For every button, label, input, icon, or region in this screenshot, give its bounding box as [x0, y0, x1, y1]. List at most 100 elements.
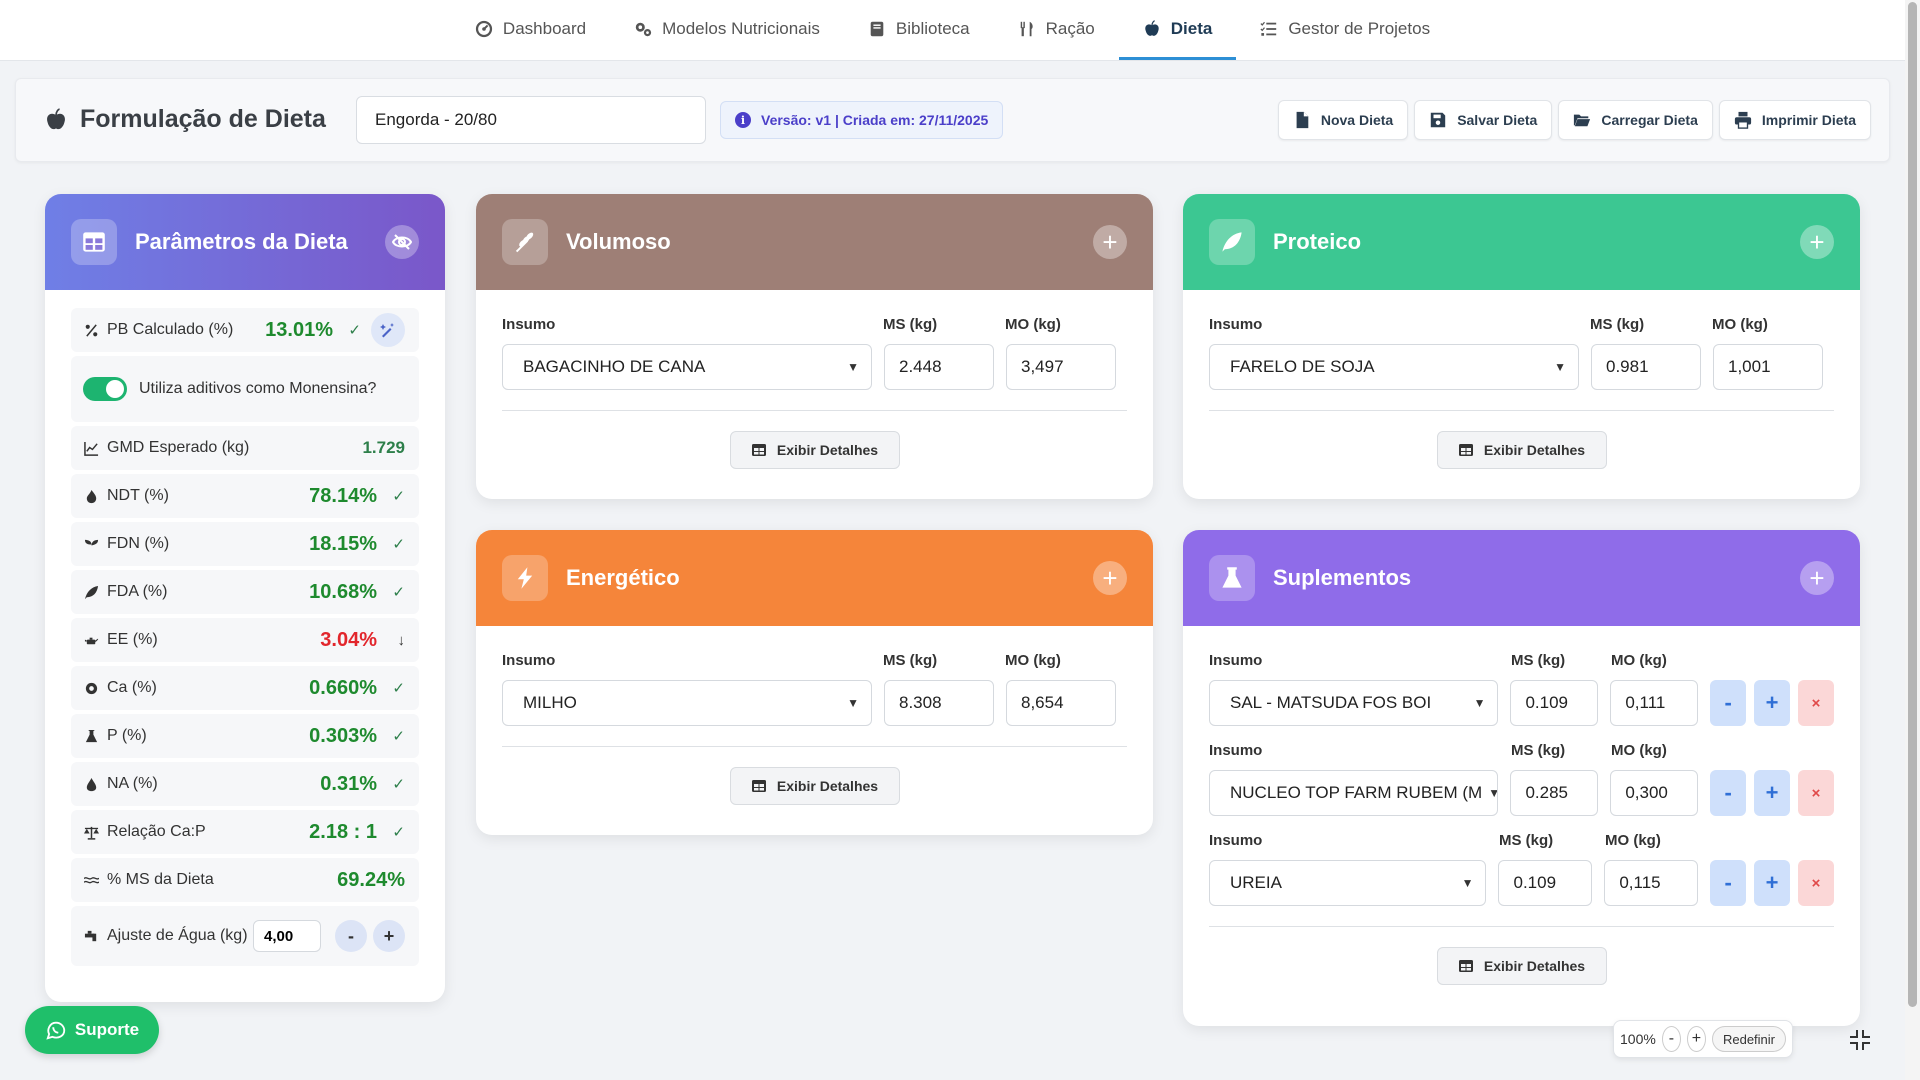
- nav-gestor[interactable]: Gestor de Projetos: [1236, 0, 1454, 60]
- energetico-details-button[interactable]: Exibir Detalhes: [729, 767, 900, 805]
- ms-col-label: MS (kg): [1590, 316, 1645, 333]
- save-icon: [1430, 112, 1446, 128]
- suplementos-title: Suplementos: [1273, 565, 1412, 590]
- leaf-icon: [83, 584, 99, 600]
- fdn-value: 18.15%: [309, 532, 377, 555]
- suplemento-insumo-select[interactable]: UREIA ▼: [1209, 860, 1487, 906]
- proteico-ms-input[interactable]: 0.981: [1591, 344, 1701, 390]
- eye-slash-icon[interactable]: [385, 225, 419, 259]
- ms-col-label: MS (kg): [1511, 742, 1566, 759]
- nav-dieta[interactable]: Dieta: [1118, 0, 1237, 60]
- add-energetico-button[interactable]: +: [1093, 561, 1127, 595]
- load-diet-button[interactable]: Carregar Dieta: [1558, 100, 1713, 140]
- increase-button[interactable]: +: [1754, 680, 1791, 726]
- page-title-text: Formulação de Dieta: [80, 105, 326, 133]
- volumoso-insumo-select[interactable]: BAGACINHO DE CANA ▼: [502, 344, 872, 390]
- fda-row: FDA (%) 10.68% ✓: [71, 570, 419, 614]
- insumo-label: Insumo: [502, 652, 556, 669]
- water-plus-button[interactable]: +: [373, 920, 405, 952]
- monensina-toggle[interactable]: [83, 377, 127, 401]
- energetico-ms-input[interactable]: 8.308: [884, 680, 994, 726]
- na-label: NA (%): [107, 775, 158, 792]
- increase-button[interactable]: +: [1754, 860, 1791, 906]
- decrease-button[interactable]: -: [1710, 680, 1747, 726]
- suplementos-details-button[interactable]: Exibir Detalhes: [1436, 947, 1607, 985]
- table-icon: [751, 780, 766, 792]
- details-label: Exibir Detalhes: [1483, 958, 1586, 974]
- oil-can-icon: [83, 632, 99, 648]
- add-suplemento-button[interactable]: +: [1800, 561, 1834, 595]
- water-input[interactable]: [253, 920, 321, 952]
- remove-button[interactable]: ×: [1798, 860, 1834, 906]
- diet-parameters-card: Parâmetros da Dieta PB Calculado (%) 13.…: [45, 194, 445, 1002]
- energetico-mo-input[interactable]: 8,654: [1006, 680, 1116, 726]
- nav-racao[interactable]: Ração: [994, 0, 1119, 60]
- volumoso-mo-input[interactable]: 3,497: [1006, 344, 1116, 390]
- support-button[interactable]: Suporte: [25, 1006, 159, 1054]
- proteico-mo-input[interactable]: 1,001: [1713, 344, 1823, 390]
- mo-col-label: MO (kg): [1611, 652, 1667, 669]
- increase-button[interactable]: +: [1754, 770, 1791, 816]
- decrease-button[interactable]: -: [1710, 860, 1747, 906]
- remove-button[interactable]: ×: [1798, 770, 1834, 816]
- suplemento-insumo-value: UREIA: [1230, 873, 1282, 892]
- suplemento-ms-input[interactable]: 0.109: [1510, 680, 1599, 726]
- add-volumoso-button[interactable]: +: [1093, 225, 1127, 259]
- ndt-row: NDT (%) 78.14% ✓: [71, 474, 419, 518]
- wheat-icon: [502, 219, 548, 265]
- whatsapp-icon: [46, 1021, 66, 1040]
- energetico-header: Energético +: [476, 530, 1153, 626]
- mo-col-label: MO (kg): [1712, 316, 1768, 333]
- check-icon: ✓: [392, 680, 405, 697]
- chevron-down-icon: ▼: [1554, 360, 1566, 374]
- volumoso-card: Volumoso + Insumo MS (kg) MO (kg) BAGACI…: [476, 194, 1153, 499]
- suplemento-mo-input[interactable]: 0,300: [1610, 770, 1699, 816]
- nav-gestor-label: Gestor de Projetos: [1288, 18, 1431, 38]
- decrease-button[interactable]: -: [1710, 770, 1747, 816]
- suplementos-header: Suplementos +: [1183, 530, 1860, 626]
- suplemento-insumo-select[interactable]: NUCLEO TOP FARM RUBEM (M ▼: [1209, 770, 1499, 816]
- proteico-insumo-select[interactable]: FARELO DE SOJA ▼: [1209, 344, 1579, 390]
- nav-modelos[interactable]: Modelos Nutricionais: [610, 0, 844, 60]
- volumoso-details-button[interactable]: Exibir Detalhes: [729, 431, 900, 469]
- suplemento-ms-input[interactable]: 0.285: [1510, 770, 1599, 816]
- magic-wand-icon[interactable]: [371, 313, 405, 347]
- page-scrollbar[interactable]: [1905, 0, 1920, 1080]
- gauge-icon: [475, 20, 493, 37]
- diet-name-input[interactable]: [356, 96, 706, 144]
- nav-biblioteca[interactable]: Biblioteca: [844, 0, 994, 60]
- new-diet-button[interactable]: Nova Dieta: [1277, 100, 1409, 140]
- save-diet-label: Salvar Dieta: [1457, 112, 1538, 128]
- suplemento-insumo-value: SAL - MATSUDA FOS BOI: [1230, 693, 1432, 712]
- print-diet-button[interactable]: Imprimir Dieta: [1718, 100, 1871, 140]
- flask-icon: [1209, 555, 1255, 601]
- ee-label: EE (%): [107, 631, 158, 648]
- fda-label: FDA (%): [107, 583, 168, 600]
- chevron-down-icon: ▼: [1461, 876, 1474, 890]
- add-proteico-button[interactable]: +: [1800, 225, 1834, 259]
- nav-dashboard[interactable]: Dashboard: [451, 0, 610, 60]
- ee-value: 3.04%: [320, 628, 377, 651]
- zoom-in-button[interactable]: +: [1686, 1026, 1706, 1052]
- proteico-details-button[interactable]: Exibir Detalhes: [1436, 431, 1607, 469]
- seedling-icon: [83, 536, 99, 552]
- zoom-out-button[interactable]: -: [1661, 1026, 1681, 1052]
- suplemento-mo-input[interactable]: 0,115: [1604, 860, 1699, 906]
- suplemento-insumo-select[interactable]: SAL - MATSUDA FOS BOI ▼: [1209, 680, 1499, 726]
- volumoso-header: Volumoso +: [476, 194, 1153, 290]
- energetico-insumo-select[interactable]: MILHO ▼: [502, 680, 872, 726]
- pb-label: PB Calculado (%): [107, 321, 234, 338]
- nav-biblioteca-label: Biblioteca: [895, 18, 970, 38]
- remove-button[interactable]: ×: [1798, 680, 1834, 726]
- water-minus-button[interactable]: -: [335, 920, 367, 952]
- zoom-reset-button[interactable]: Redefinir: [1711, 1026, 1786, 1052]
- version-text: Versão: v1 | Criada em: 27/11/2025: [761, 112, 989, 128]
- scrollbar-thumb[interactable]: [1908, 2, 1917, 1007]
- compress-icon[interactable]: [1845, 1025, 1875, 1055]
- ca-value: 0.660%: [309, 676, 377, 699]
- suplemento-mo-input[interactable]: 0,111: [1610, 680, 1699, 726]
- save-diet-button[interactable]: Salvar Dieta: [1414, 100, 1553, 140]
- suplemento-ms-input[interactable]: 0.109: [1498, 860, 1593, 906]
- cogs-icon: [635, 22, 652, 36]
- volumoso-ms-input[interactable]: 2.448: [884, 344, 994, 390]
